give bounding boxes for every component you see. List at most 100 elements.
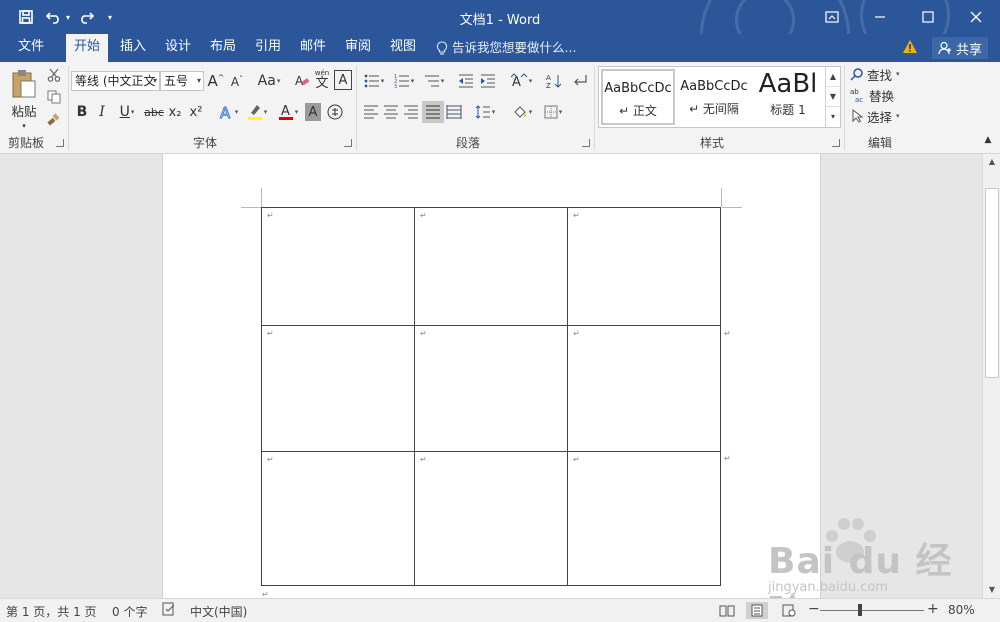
zoom-out-button[interactable]: − <box>808 601 820 617</box>
styles-down-icon[interactable]: ▼ <box>826 87 840 107</box>
multilevel-list-button[interactable]: ▾ <box>420 71 448 91</box>
line-spacing-button[interactable]: ▾ <box>471 102 499 122</box>
borders-button[interactable]: ▾ <box>539 102 567 122</box>
table-cell[interactable]: ↵ <box>414 207 568 326</box>
font-name-select[interactable]: 等线 (中文正文 ▾ <box>71 71 160 91</box>
group-label-editing: 编辑 <box>867 136 892 150</box>
style-normal[interactable]: AaBbCcDc ↵ 正文 <box>601 69 675 125</box>
tab-file[interactable]: 文件 <box>8 34 54 62</box>
tab-references[interactable]: 引用 <box>247 34 289 62</box>
row-end-mark: ↵ <box>724 454 731 463</box>
chinese-layout-button[interactable]: A ▾ <box>507 71 535 91</box>
align-center-icon[interactable] <box>381 102 401 122</box>
style-no-spacing[interactable]: AaBbCcDc ↵ 无间隔 <box>677 69 751 125</box>
zoom-slider-thumb[interactable] <box>858 604 862 616</box>
sort-icon[interactable]: AZ <box>544 71 564 91</box>
replace-button[interactable]: ab ac 替换 <box>850 85 912 105</box>
bullets-button[interactable]: ▾ <box>360 71 388 91</box>
read-mode-icon[interactable] <box>716 602 738 619</box>
tab-insert[interactable]: 插入 <box>112 34 154 62</box>
show-marks-icon[interactable] <box>571 71 589 91</box>
zoom-slider[interactable] <box>820 610 924 611</box>
phonetic-guide-char: 文 <box>315 76 329 91</box>
zoom-level[interactable]: 80% <box>948 603 975 617</box>
enclose-characters-icon[interactable] <box>326 103 344 121</box>
format-painter-icon[interactable] <box>45 110 63 128</box>
clear-formatting-icon[interactable]: A <box>293 71 311 91</box>
italic-button[interactable]: I <box>93 102 111 122</box>
find-button[interactable]: 查找 ▾ <box>850 64 912 84</box>
underline-button[interactable]: U ▾ <box>113 102 141 122</box>
styles-launcher-icon[interactable] <box>832 139 840 147</box>
vertical-scrollbar[interactable]: ▲ ▼ <box>982 154 1000 598</box>
table-cell[interactable]: ↵ <box>261 207 415 326</box>
styles-more-icon[interactable]: ▾ <box>826 107 840 127</box>
increase-indent-icon[interactable] <box>478 71 498 91</box>
align-left-icon[interactable] <box>361 102 381 122</box>
style-heading-1[interactable]: AaBl 标题 1 <box>753 69 823 125</box>
clipboard-launcher-icon[interactable] <box>56 139 64 147</box>
tab-home[interactable]: 开始 <box>66 34 108 62</box>
zoom-in-button[interactable]: + <box>927 601 939 617</box>
table-cell[interactable]: ↵ <box>567 207 721 326</box>
shrink-font-button[interactable]: Aˇ <box>228 73 246 91</box>
table-cell[interactable]: ↵ <box>567 325 721 452</box>
cut-icon[interactable] <box>45 66 63 84</box>
change-case-button[interactable]: Aa ▾ <box>255 71 283 91</box>
tell-me-box[interactable]: 告诉我您想要做什么... <box>436 34 576 62</box>
page-count[interactable]: 第 1 页，共 1 页 <box>6 603 97 620</box>
minimize-icon[interactable] <box>856 0 904 34</box>
font-launcher-icon[interactable] <box>344 139 352 147</box>
share-button[interactable]: 共享 <box>932 37 988 59</box>
strikethrough-button[interactable]: abc <box>143 102 165 122</box>
tab-review[interactable]: 审阅 <box>337 34 379 62</box>
distributed-icon[interactable] <box>444 102 464 122</box>
close-icon[interactable] <box>952 0 1000 34</box>
collapse-ribbon-icon[interactable]: ▲ <box>980 132 996 148</box>
ribbon-display-icon[interactable] <box>808 0 856 34</box>
italic-label: I <box>99 104 105 120</box>
table-cell[interactable]: ↵ <box>261 451 415 586</box>
grow-font-button[interactable]: A ^ <box>207 71 225 91</box>
tab-design[interactable]: 设计 <box>157 34 199 62</box>
font-color-button[interactable]: A ▾ <box>274 102 302 122</box>
paragraph-launcher-icon[interactable] <box>582 139 590 147</box>
character-border-button[interactable]: A <box>334 70 352 90</box>
styles-up-icon[interactable]: ▲ <box>826 67 840 87</box>
tab-view[interactable]: 视图 <box>382 34 424 62</box>
numbering-button[interactable]: 1 2 3 ▾ <box>390 71 418 91</box>
table-cell[interactable]: ↵ <box>567 451 721 586</box>
word-count[interactable]: 0 个字 <box>112 603 147 620</box>
phonetic-guide-button[interactable]: wén 文 <box>313 67 331 93</box>
align-right-icon[interactable] <box>401 102 421 122</box>
superscript-button[interactable]: x² <box>187 102 205 122</box>
proofing-icon[interactable] <box>162 602 176 619</box>
paste-button[interactable]: 粘贴 <box>6 66 42 122</box>
shading-button[interactable]: ▾ <box>508 102 536 122</box>
tab-layout[interactable]: 布局 <box>202 34 244 62</box>
maximize-icon[interactable] <box>904 0 952 34</box>
web-layout-icon[interactable] <box>778 602 800 619</box>
language-indicator[interactable]: 中文(中国) <box>190 603 247 620</box>
table-cell[interactable]: ↵ <box>414 325 568 452</box>
scroll-thumb[interactable] <box>985 188 999 378</box>
justify-icon[interactable] <box>422 101 444 123</box>
text-effects-button[interactable]: A ▾ <box>214 102 242 123</box>
print-layout-icon[interactable] <box>746 602 768 619</box>
paste-dropdown-icon[interactable]: ▾ <box>18 122 30 130</box>
scroll-up-icon[interactable]: ▲ <box>985 154 999 170</box>
document-page[interactable]: ↵ ↵ ↵ ↵ ↵ ↵ ↵ ↵ ↵ ↵ ↵ ↵ ↵ <box>162 154 821 598</box>
scroll-down-icon[interactable]: ▼ <box>985 582 999 598</box>
select-button[interactable]: 选择 ▾ <box>850 106 912 126</box>
table-cell[interactable]: ↵ <box>261 325 415 452</box>
subscript-button[interactable]: x₂ <box>166 102 184 122</box>
table-cell[interactable]: ↵ <box>414 451 568 586</box>
tab-mailings[interactable]: 邮件 <box>292 34 334 62</box>
copy-icon[interactable] <box>45 88 63 106</box>
warning-icon[interactable] <box>902 39 918 57</box>
font-size-select[interactable]: 五号 ▾ <box>160 71 204 91</box>
decrease-indent-icon[interactable] <box>456 71 476 91</box>
bold-button[interactable]: B <box>73 102 91 122</box>
character-shading-icon[interactable]: A <box>305 103 321 121</box>
highlight-button[interactable]: ▾ <box>243 102 271 122</box>
